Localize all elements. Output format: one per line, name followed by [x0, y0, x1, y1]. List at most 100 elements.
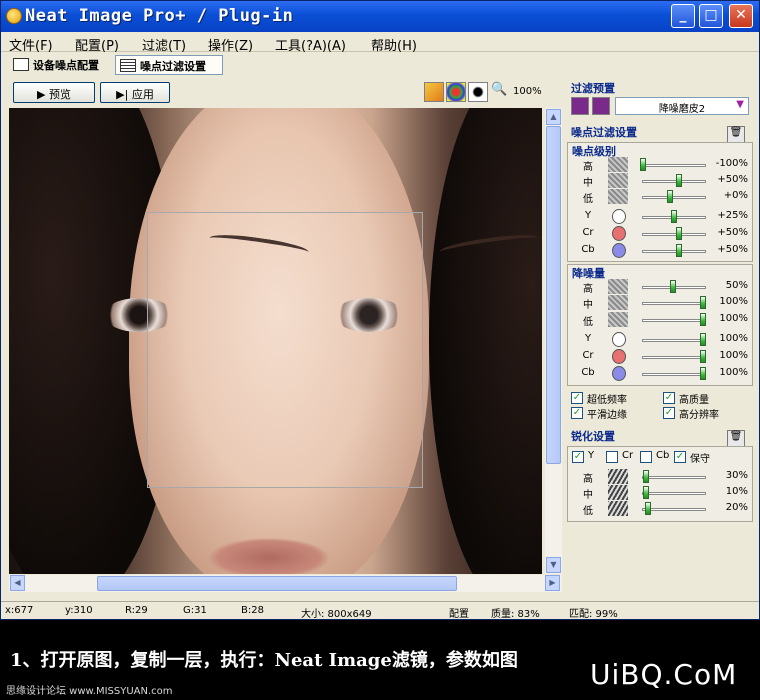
scroll-right-icon[interactable]: ▶: [545, 575, 560, 591]
slider-knob[interactable]: [676, 227, 682, 240]
photo-hair-right: [429, 108, 542, 574]
option-label: 高分辨率: [679, 410, 719, 421]
slider-knob[interactable]: [676, 244, 682, 257]
checkbox[interactable]: ✓: [571, 407, 583, 419]
slider-knob[interactable]: [640, 158, 646, 171]
layers-icon[interactable]: [424, 82, 444, 102]
load-preset-icon[interactable]: [571, 97, 589, 115]
slider-knob[interactable]: [700, 350, 706, 363]
slider-knob[interactable]: [700, 296, 706, 309]
slider-knob[interactable]: [700, 367, 706, 380]
checkbox[interactable]: ✓: [571, 392, 583, 404]
slider-knob[interactable]: [667, 190, 673, 203]
trash-icon[interactable]: 🗑: [727, 430, 745, 447]
checkbox[interactable]: ✓: [572, 451, 584, 463]
option-high-quality[interactable]: ✓ 高质量: [663, 391, 709, 406]
slider-track[interactable]: [642, 492, 706, 495]
slider-value: 100%: [719, 313, 748, 324]
checkbox[interactable]: [640, 451, 652, 463]
close-button[interactable]: ✕: [729, 4, 753, 28]
image-preview[interactable]: [9, 108, 542, 574]
slider-track[interactable]: [642, 233, 706, 236]
checkbox[interactable]: [606, 451, 618, 463]
blue-swatch-icon: [612, 243, 626, 258]
menu-filter[interactable]: 过滤(T): [142, 35, 186, 54]
status-b: B:28: [241, 605, 264, 616]
menu-profile[interactable]: 配置(P): [75, 35, 119, 54]
slider-knob[interactable]: [676, 174, 682, 187]
slider-track[interactable]: [642, 319, 706, 322]
slider-track[interactable]: [642, 356, 706, 359]
slider-track[interactable]: [642, 373, 706, 376]
slider-track[interactable]: [642, 339, 706, 342]
sharpen-conservative[interactable]: ✓ 保守: [674, 450, 710, 465]
slider-knob[interactable]: [645, 502, 651, 515]
slider-track[interactable]: [642, 302, 706, 305]
slider-track[interactable]: [642, 508, 706, 511]
slider-value: 20%: [725, 502, 748, 513]
slider-value: +50%: [717, 227, 748, 238]
apply-button[interactable]: ▶| 应用: [100, 82, 170, 103]
menu-help[interactable]: 帮助(H): [371, 35, 417, 54]
noise-level-group: 噪点级别 高 -100% 中 +50% 低 +0% Y +25% Cr +50% Cb +50%: [567, 142, 753, 262]
color-wheel-icon[interactable]: [446, 82, 466, 102]
slider-row: 低 100%: [568, 312, 754, 328]
slider-knob[interactable]: [700, 313, 706, 326]
preset-dropdown[interactable]: 降噪磨皮2 ▼: [615, 97, 749, 115]
status-r: R:29: [125, 605, 148, 616]
checkbox[interactable]: ✓: [674, 451, 686, 463]
app-icon: [6, 8, 22, 24]
slider-knob[interactable]: [670, 280, 676, 293]
sharpen-channel-cb[interactable]: Cb: [640, 450, 669, 464]
tab-device-noise-profile[interactable]: 设备噪点配置: [9, 55, 111, 75]
scroll-up-icon[interactable]: ▲: [546, 109, 561, 125]
scroll-left-icon[interactable]: ◀: [10, 575, 25, 591]
brightness-icon[interactable]: [468, 82, 488, 102]
status-g: G:31: [183, 605, 207, 616]
horizontal-scroll-thumb[interactable]: [97, 576, 457, 591]
slider-track[interactable]: [642, 250, 706, 253]
maximize-button[interactable]: □: [699, 4, 723, 28]
slider-value: -100%: [715, 158, 748, 169]
slider-track[interactable]: [642, 196, 706, 199]
menu-tools[interactable]: 工具(?A)(A): [275, 35, 346, 54]
slider-label: 中: [583, 300, 593, 311]
option-high-resolution[interactable]: ✓ 高分辨率: [663, 406, 719, 421]
trash-icon[interactable]: 🗑: [727, 126, 745, 143]
horizontal-scrollbar[interactable]: ◀ ▶: [9, 575, 562, 592]
zoom-icon[interactable]: 🔍: [491, 82, 511, 102]
sharpen-channel-cr[interactable]: Cr: [606, 450, 633, 464]
option-ultra-low-freq[interactable]: ✓ 超低频率: [571, 391, 627, 406]
option-smooth-edges[interactable]: ✓ 平滑边缘: [571, 406, 627, 421]
slider-value: +0%: [723, 190, 748, 201]
tab-noise-filter-settings[interactable]: 噪点过滤设置: [115, 55, 223, 75]
menu-action[interactable]: 操作(Z): [208, 35, 253, 54]
sharpen-channel-y[interactable]: ✓ Y: [572, 450, 594, 464]
vertical-scroll-thumb[interactable]: [546, 126, 561, 464]
camera-icon: [13, 58, 29, 71]
menu-file[interactable]: 文件(F): [9, 35, 53, 54]
slider-knob[interactable]: [671, 210, 677, 223]
minimize-button[interactable]: _: [671, 4, 695, 28]
save-preset-icon[interactable]: [592, 97, 610, 115]
slider-track[interactable]: [642, 180, 706, 183]
preview-button[interactable]: ▶ 预览: [13, 82, 95, 103]
checkbox[interactable]: ✓: [663, 407, 675, 419]
scroll-down-icon[interactable]: ▼: [546, 557, 561, 573]
slider-knob[interactable]: [643, 470, 649, 483]
slider-knob[interactable]: [700, 333, 706, 346]
preview-selection-rect[interactable]: [147, 212, 423, 488]
slider-label: 高: [583, 162, 593, 173]
slider-track[interactable]: [642, 164, 706, 167]
slider-row: 中 100%: [568, 295, 754, 311]
status-quality: 质量: 83%: [491, 609, 540, 620]
slider-value: 100%: [719, 333, 748, 344]
checkbox[interactable]: ✓: [663, 392, 675, 404]
slider-knob[interactable]: [643, 486, 649, 499]
vertical-scrollbar[interactable]: ▲ ▼: [545, 108, 562, 574]
title-bar[interactable]: Neat Image Pro+ / Plug-in _ □ ✕: [1, 1, 759, 32]
slider-track[interactable]: [642, 476, 706, 479]
slider-row: Cb +50%: [568, 243, 754, 259]
status-profile: 配置: [449, 609, 469, 620]
slider-value: +25%: [717, 210, 748, 221]
